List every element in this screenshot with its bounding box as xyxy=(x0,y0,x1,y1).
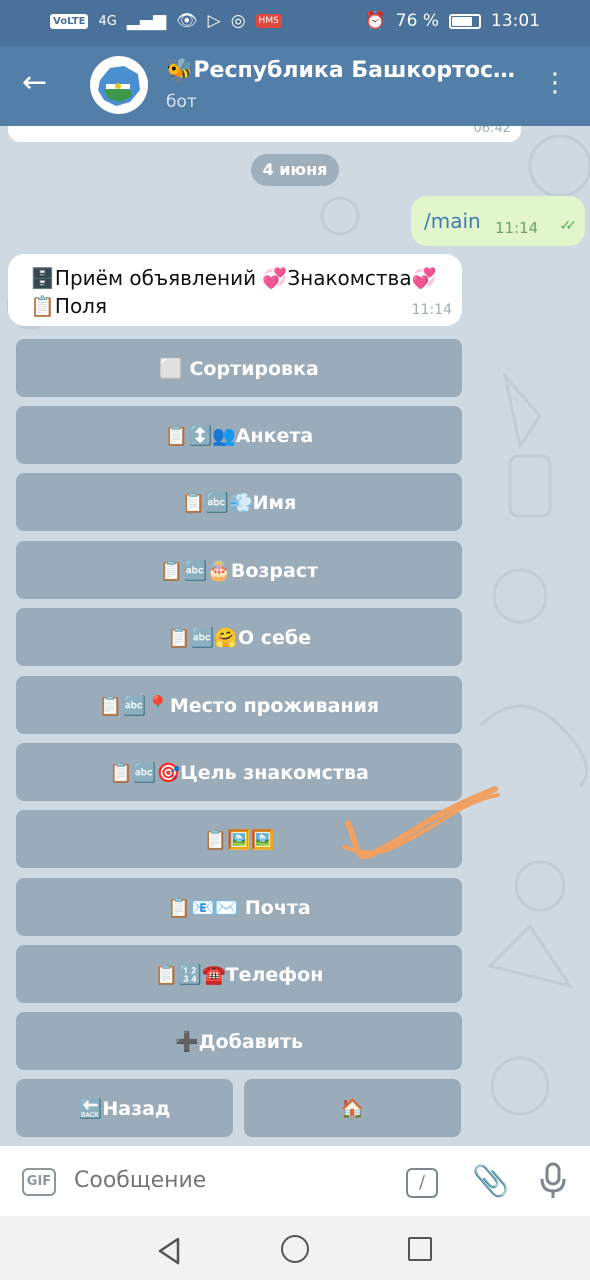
location-icon: ◎ xyxy=(230,11,246,31)
alarm-icon: ⏰ xyxy=(364,11,386,31)
eye-icon: 👁 xyxy=(176,11,198,31)
more-menu-icon[interactable]: ⋮ xyxy=(542,70,568,96)
map-logo-icon xyxy=(98,66,140,106)
message-text-line: 📋Поля xyxy=(30,294,107,318)
chat-title[interactable]: 🐝Республика Башкортоста… xyxy=(166,58,526,83)
keyboard-button-email[interactable]: 📋📧✉️ Почта xyxy=(16,878,462,936)
chat-header: ← 🐝Республика Башкортоста… бот ⋮ xyxy=(0,46,590,126)
status-bar: VoLTE 4G ▂▄▆ 👁 ▷ ◎ HMS ⏰ 76 % 13:01 xyxy=(0,0,590,46)
battery-icon xyxy=(449,13,481,29)
chat-subtitle: бот xyxy=(166,92,197,112)
keyboard-button-phone[interactable]: 📋🔢☎️Телефон xyxy=(16,945,462,1003)
back-arrow-icon[interactable]: ← xyxy=(22,68,47,98)
nav-recents-icon[interactable] xyxy=(408,1237,432,1261)
notification-badge: HMS xyxy=(255,14,282,28)
keyboard-button-location[interactable]: 📋🔤📍Место проживания xyxy=(16,676,462,734)
message-text-line: 🗄️Приём объявлений 💞Знакомства💞 xyxy=(30,266,437,290)
message-time: 11:14 xyxy=(411,302,452,318)
network-type: 4G xyxy=(98,13,117,29)
incoming-message[interactable]: 🗄️Приём объявлений 💞Знакомства💞 📋Поля 11… xyxy=(8,254,462,326)
battery-percent: 76 % xyxy=(395,11,439,31)
nav-home-icon[interactable] xyxy=(281,1235,309,1263)
keyboard-button-name[interactable]: 📋🔤💨Имя xyxy=(16,473,462,531)
message-time: 06:42 xyxy=(473,126,511,136)
bot-commands-button[interactable]: / xyxy=(406,1168,438,1198)
signal-icon: ▂▄▆ xyxy=(126,11,167,31)
outgoing-message[interactable]: /main 11:14 ✓✓ xyxy=(411,196,585,246)
keyboard-button-age[interactable]: 📋🔤🎂Возраст xyxy=(16,541,462,599)
read-check-icon: ✓✓ xyxy=(559,218,578,234)
command-link[interactable]: /main xyxy=(424,209,481,233)
keyboard-button-about[interactable]: 📋🔤🤗О себе xyxy=(16,608,462,666)
message-time: 11:14 xyxy=(495,219,539,237)
keyboard-button-add[interactable]: ➕Добавить xyxy=(16,1012,462,1070)
message-input[interactable] xyxy=(74,1168,384,1193)
checkmark-scribble xyxy=(342,786,500,860)
play-icon: ▷ xyxy=(207,11,221,31)
keyboard-button-home[interactable]: 🏠 xyxy=(244,1079,461,1137)
keyboard-button-sort[interactable]: ⬜ Сортировка xyxy=(16,339,462,397)
keyboard-button-form[interactable]: 📋↕️👥Анкета xyxy=(16,406,462,464)
attach-icon[interactable]: 📎 xyxy=(472,1164,509,1199)
system-nav-bar xyxy=(0,1216,590,1280)
previous-message-bubble[interactable]: 06:42 xyxy=(8,126,521,142)
status-right: ⏰ 76 % 13:01 xyxy=(365,11,540,31)
avatar[interactable] xyxy=(90,56,148,114)
gif-button[interactable]: GIF xyxy=(22,1168,56,1196)
volte-indicator: VoLTE xyxy=(50,13,89,29)
microphone-icon[interactable] xyxy=(539,1162,567,1200)
nav-back-icon[interactable] xyxy=(156,1236,182,1266)
keyboard-button-back[interactable]: 🔙Назад xyxy=(16,1079,233,1137)
message-input-bar: GIF / 📎 xyxy=(0,1146,590,1216)
status-left: VoLTE 4G ▂▄▆ 👁 ▷ ◎ HMS xyxy=(50,11,282,31)
clock: 13:01 xyxy=(491,11,540,31)
date-separator: 4 июня xyxy=(251,154,339,186)
